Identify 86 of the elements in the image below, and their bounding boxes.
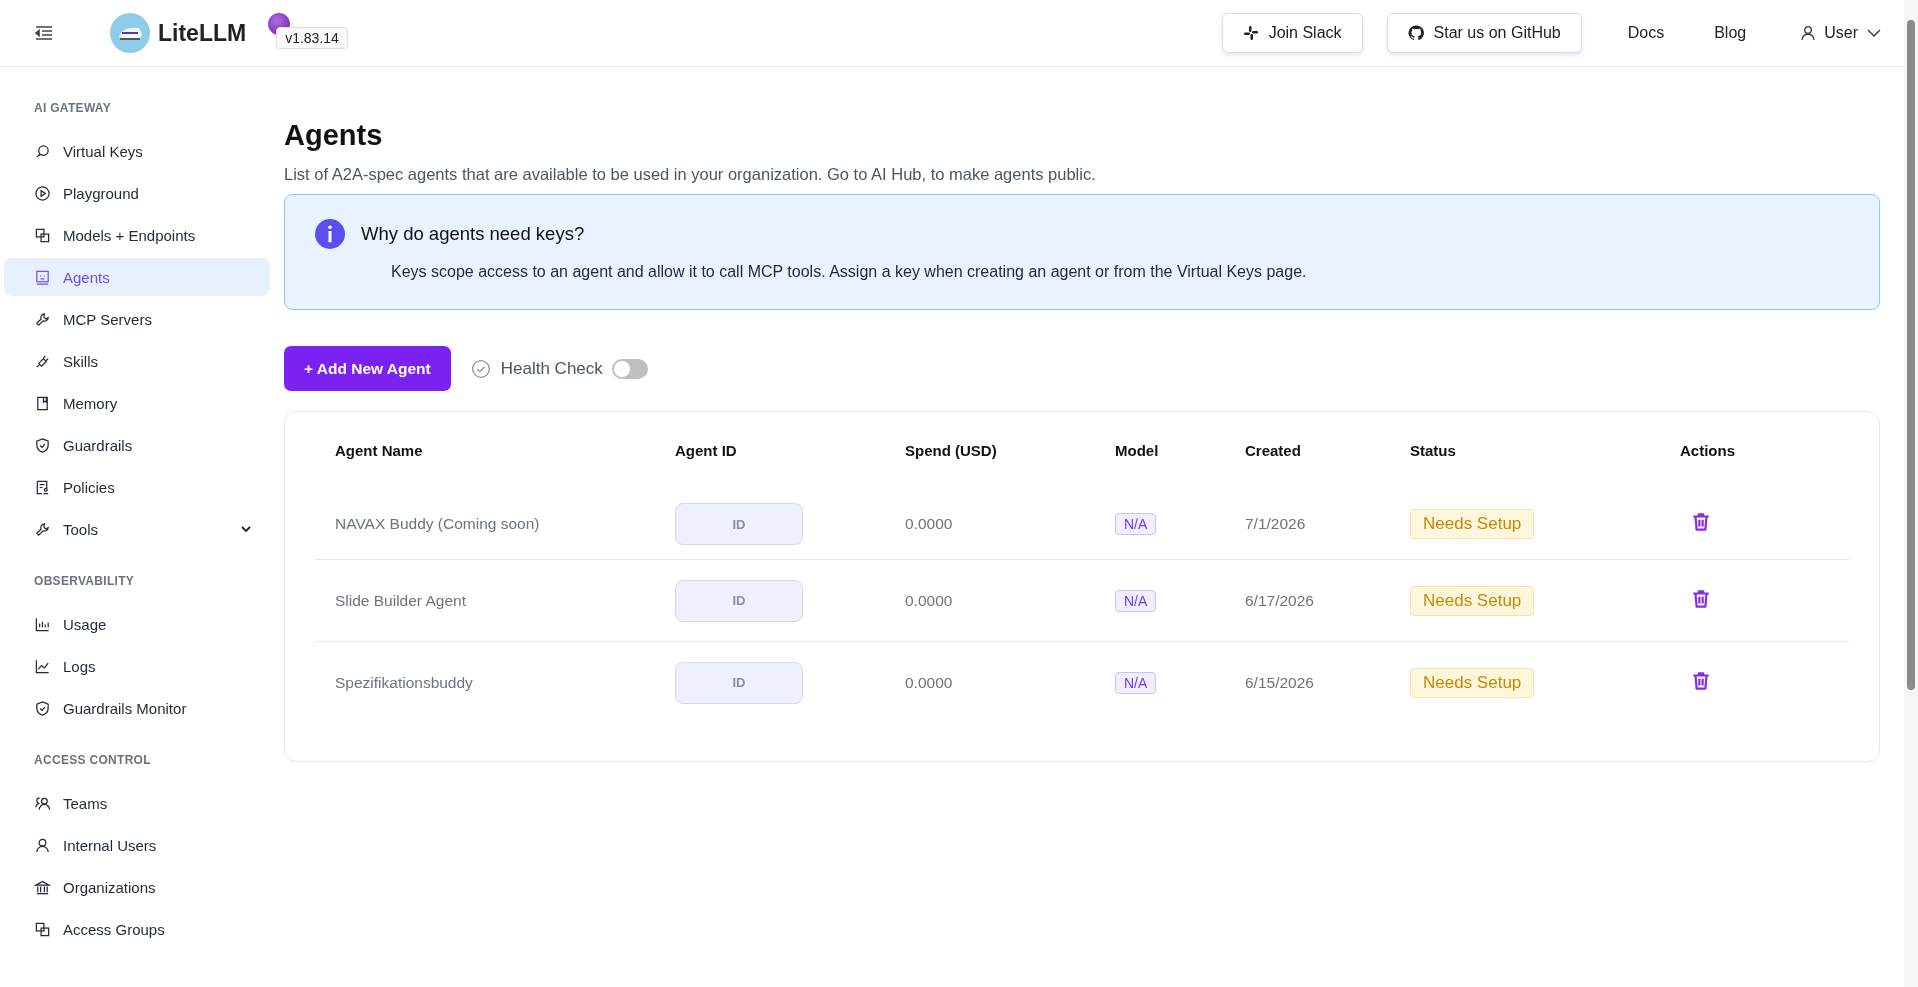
column-header: Spend (USD) bbox=[904, 442, 998, 461]
page-title: Agents bbox=[284, 119, 384, 152]
column-header: Agent ID bbox=[674, 442, 738, 461]
sidebar-item[interactable]: Logs bbox=[4, 647, 270, 685]
trash-icon bbox=[1690, 587, 1712, 610]
sidebar-item[interactable]: Guardrails bbox=[4, 426, 270, 464]
brand-name: LiteLLM bbox=[158, 19, 247, 47]
model-tag: N/A bbox=[1115, 589, 1157, 612]
delete-button[interactable] bbox=[1690, 587, 1712, 610]
layers-icon bbox=[34, 226, 51, 244]
sidebar-item[interactable]: Playground bbox=[4, 174, 270, 212]
status-tag: Needs Setup bbox=[1410, 585, 1535, 616]
page-description: List of A2A-spec agents that are available to be used in your organization. Go to AI Hub, to make agents public. bbox=[284, 165, 1097, 184]
robot-icon bbox=[34, 268, 51, 286]
sidebar-item[interactable]: Agents bbox=[4, 258, 270, 296]
bar-chart-icon bbox=[34, 615, 51, 633]
sidebar-item[interactable]: Virtual Keys bbox=[4, 132, 270, 170]
search-icon bbox=[34, 142, 51, 160]
line-chart-icon bbox=[34, 657, 51, 675]
version-badge: v1.83.14 bbox=[276, 27, 348, 49]
add-agent-button[interactable]: + Add New Agent bbox=[284, 346, 451, 391]
section-heading: ACCESS CONTROL bbox=[33, 753, 152, 767]
spend-value: 0.0000 bbox=[905, 591, 953, 609]
team-icon bbox=[34, 794, 51, 812]
health-check-label: Health Check bbox=[500, 358, 603, 379]
sidebar-item[interactable]: Guardrails Monitor bbox=[4, 689, 270, 727]
github-icon bbox=[1407, 25, 1424, 41]
agent-name: Slide Builder Agent bbox=[335, 591, 466, 609]
play-icon bbox=[34, 184, 51, 202]
menu-icon[interactable] bbox=[34, 25, 54, 41]
sidebar-item[interactable]: Usage bbox=[4, 605, 270, 643]
column-header: Agent Name bbox=[334, 442, 424, 461]
user-icon bbox=[34, 836, 51, 854]
health-check-toggle[interactable] bbox=[611, 358, 648, 379]
wrench-icon bbox=[34, 520, 51, 538]
user-icon bbox=[1800, 25, 1817, 41]
column-header: Status bbox=[1409, 442, 1457, 461]
agent-name: NAVAX Buddy (Coming soon) bbox=[335, 515, 540, 532]
model-tag: N/A bbox=[1115, 671, 1157, 694]
spend-value: 0.0000 bbox=[905, 673, 953, 691]
book-icon bbox=[34, 394, 51, 412]
sidebar-item[interactable]: Skills bbox=[4, 342, 270, 380]
shield-icon bbox=[34, 436, 51, 454]
created-date: 6/17/2026 bbox=[1245, 591, 1314, 609]
slack-button[interactable]: Join Slack bbox=[1221, 13, 1363, 53]
slack-icon bbox=[1242, 25, 1259, 41]
user-menu[interactable]: User bbox=[1794, 23, 1888, 43]
sidebar-item[interactable]: Tools bbox=[4, 510, 270, 548]
status-tag: Needs Setup bbox=[1410, 509, 1535, 539]
scrollbar[interactable] bbox=[1904, 0, 1918, 987]
github-button[interactable]: Star us on GitHub bbox=[1386, 13, 1582, 53]
status-tag: Needs Setup bbox=[1410, 667, 1535, 698]
sidebar-item[interactable]: Organizations bbox=[4, 868, 270, 906]
check-circle-icon bbox=[470, 358, 491, 379]
delete-button[interactable] bbox=[1690, 669, 1712, 692]
info-icon bbox=[315, 219, 345, 249]
sidebar-item[interactable]: Internal Users bbox=[4, 826, 270, 864]
bank-icon bbox=[34, 878, 51, 896]
sidebar-item[interactable]: Policies bbox=[4, 468, 270, 506]
sidebar-item[interactable]: MCP Servers bbox=[4, 300, 270, 338]
created-date: 7/1/2026 bbox=[1245, 515, 1306, 532]
trash-icon bbox=[1690, 511, 1712, 533]
column-header: Actions bbox=[1679, 442, 1736, 461]
sidebar-item[interactable]: Memory bbox=[4, 384, 270, 422]
document-icon bbox=[34, 478, 51, 496]
spend-value: 0.0000 bbox=[905, 515, 953, 532]
sidebar-item[interactable]: Models + Endpoints bbox=[4, 216, 270, 254]
section-heading: AI GATEWAY bbox=[33, 101, 112, 115]
agent-name: Spezifikationsbuddy bbox=[335, 673, 473, 691]
model-tag: N/A bbox=[1115, 513, 1157, 535]
delete-button[interactable] bbox=[1690, 511, 1712, 533]
shield-icon bbox=[34, 699, 51, 717]
trash-icon bbox=[1690, 669, 1712, 692]
section-heading: OBSERVABILITY bbox=[33, 574, 136, 588]
logo-icon bbox=[110, 13, 150, 53]
created-date: 6/15/2026 bbox=[1245, 673, 1314, 691]
column-header: Model bbox=[1114, 442, 1160, 461]
sidebar-item[interactable]: Teams bbox=[4, 784, 270, 822]
nav-link[interactable]: Blog bbox=[1714, 24, 1747, 42]
column-header: Created bbox=[1244, 442, 1302, 461]
info-title: Why do agents need keys? bbox=[361, 223, 585, 245]
layers-icon bbox=[34, 920, 51, 938]
info-text: Keys scope access to an agent and allow it to call MCP tools. Assign a key when creating an agent or from the Virtual Keys page. bbox=[391, 263, 1308, 281]
wrench-icon bbox=[34, 310, 51, 328]
sidebar-item[interactable]: Access Groups bbox=[4, 910, 270, 948]
nav-link[interactable]: Docs bbox=[1627, 24, 1665, 42]
